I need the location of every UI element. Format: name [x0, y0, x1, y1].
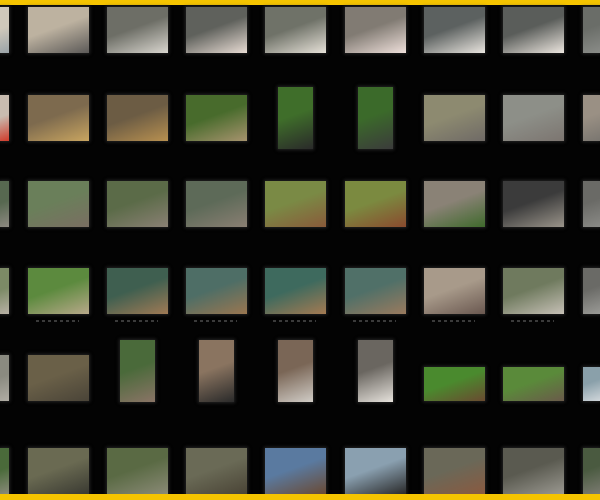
- photo-thumbnail[interactable]: [424, 181, 485, 227]
- photo-thumbnail[interactable]: [424, 367, 485, 401]
- photo-thumbnail[interactable]: [503, 367, 564, 401]
- thumbnail-caption: [353, 320, 396, 322]
- photo-thumbnail[interactable]: [424, 448, 485, 494]
- photo-thumbnail[interactable]: [265, 7, 326, 53]
- photo-thumbnail[interactable]: [503, 95, 564, 141]
- photo-thumbnail[interactable]: [583, 95, 600, 141]
- photo-thumbnail[interactable]: [28, 7, 89, 53]
- thumbnail-caption: [36, 320, 79, 322]
- photo-thumbnail[interactable]: [107, 181, 168, 227]
- photo-thumbnail[interactable]: [345, 448, 406, 494]
- photo-thumbnail[interactable]: [278, 340, 313, 402]
- photo-thumbnail[interactable]: [0, 95, 9, 141]
- photo-thumbnail[interactable]: [186, 448, 247, 494]
- photo-thumbnail[interactable]: [503, 448, 564, 494]
- photo-thumbnail[interactable]: [358, 340, 393, 402]
- photo-thumbnail[interactable]: [278, 87, 313, 149]
- photo-thumbnail[interactable]: [107, 268, 168, 314]
- photo-thumbnail[interactable]: [583, 7, 600, 53]
- photo-thumbnail[interactable]: [28, 268, 89, 314]
- bottom-accent-bar: [0, 494, 600, 500]
- thumbnail-caption: [432, 320, 475, 322]
- photo-thumbnail[interactable]: [265, 268, 326, 314]
- photo-thumbnail[interactable]: [0, 181, 9, 227]
- thumbnail-caption: [194, 320, 237, 322]
- photo-thumbnail[interactable]: [583, 367, 600, 401]
- photo-thumbnail[interactable]: [199, 340, 234, 402]
- thumbnail-caption: [511, 320, 554, 322]
- photo-thumbnail[interactable]: [28, 95, 89, 141]
- photo-thumbnail[interactable]: [186, 268, 247, 314]
- photo-thumbnail[interactable]: [583, 268, 600, 314]
- photo-thumbnail[interactable]: [345, 181, 406, 227]
- photo-thumbnail[interactable]: [28, 448, 89, 494]
- photo-thumbnail[interactable]: [345, 7, 406, 53]
- photo-thumbnail[interactable]: [424, 268, 485, 314]
- photo-thumbnail[interactable]: [424, 7, 485, 53]
- photo-thumbnail[interactable]: [265, 448, 326, 494]
- photo-thumbnail[interactable]: [186, 7, 247, 53]
- photo-thumbnail[interactable]: [424, 95, 485, 141]
- photo-thumbnail[interactable]: [186, 95, 247, 141]
- photo-thumbnail[interactable]: [107, 95, 168, 141]
- photo-thumbnail[interactable]: [107, 7, 168, 53]
- thumbnail-caption: [273, 320, 316, 322]
- photo-thumbnail[interactable]: [28, 355, 89, 401]
- photo-thumbnail[interactable]: [358, 87, 393, 149]
- thumbnail-caption: [115, 320, 158, 322]
- photo-thumbnail[interactable]: [265, 181, 326, 227]
- top-accent-bar: [0, 0, 600, 5]
- photo-thumbnail[interactable]: [503, 181, 564, 227]
- photo-thumbnail[interactable]: [503, 7, 564, 53]
- photo-thumbnail[interactable]: [186, 181, 247, 227]
- photo-thumbnail[interactable]: [0, 355, 9, 401]
- photo-thumbnail[interactable]: [0, 7, 9, 53]
- photo-thumbnail[interactable]: [120, 340, 155, 402]
- photo-thumbnail[interactable]: [583, 181, 600, 227]
- photo-thumbnail[interactable]: [345, 268, 406, 314]
- photo-thumbnail[interactable]: [107, 448, 168, 494]
- photo-thumbnail[interactable]: [28, 181, 89, 227]
- photo-thumbnail[interactable]: [0, 448, 9, 494]
- photo-thumbnail[interactable]: [503, 268, 564, 314]
- photo-thumbnail[interactable]: [0, 268, 9, 314]
- photo-thumbnail[interactable]: [583, 448, 600, 494]
